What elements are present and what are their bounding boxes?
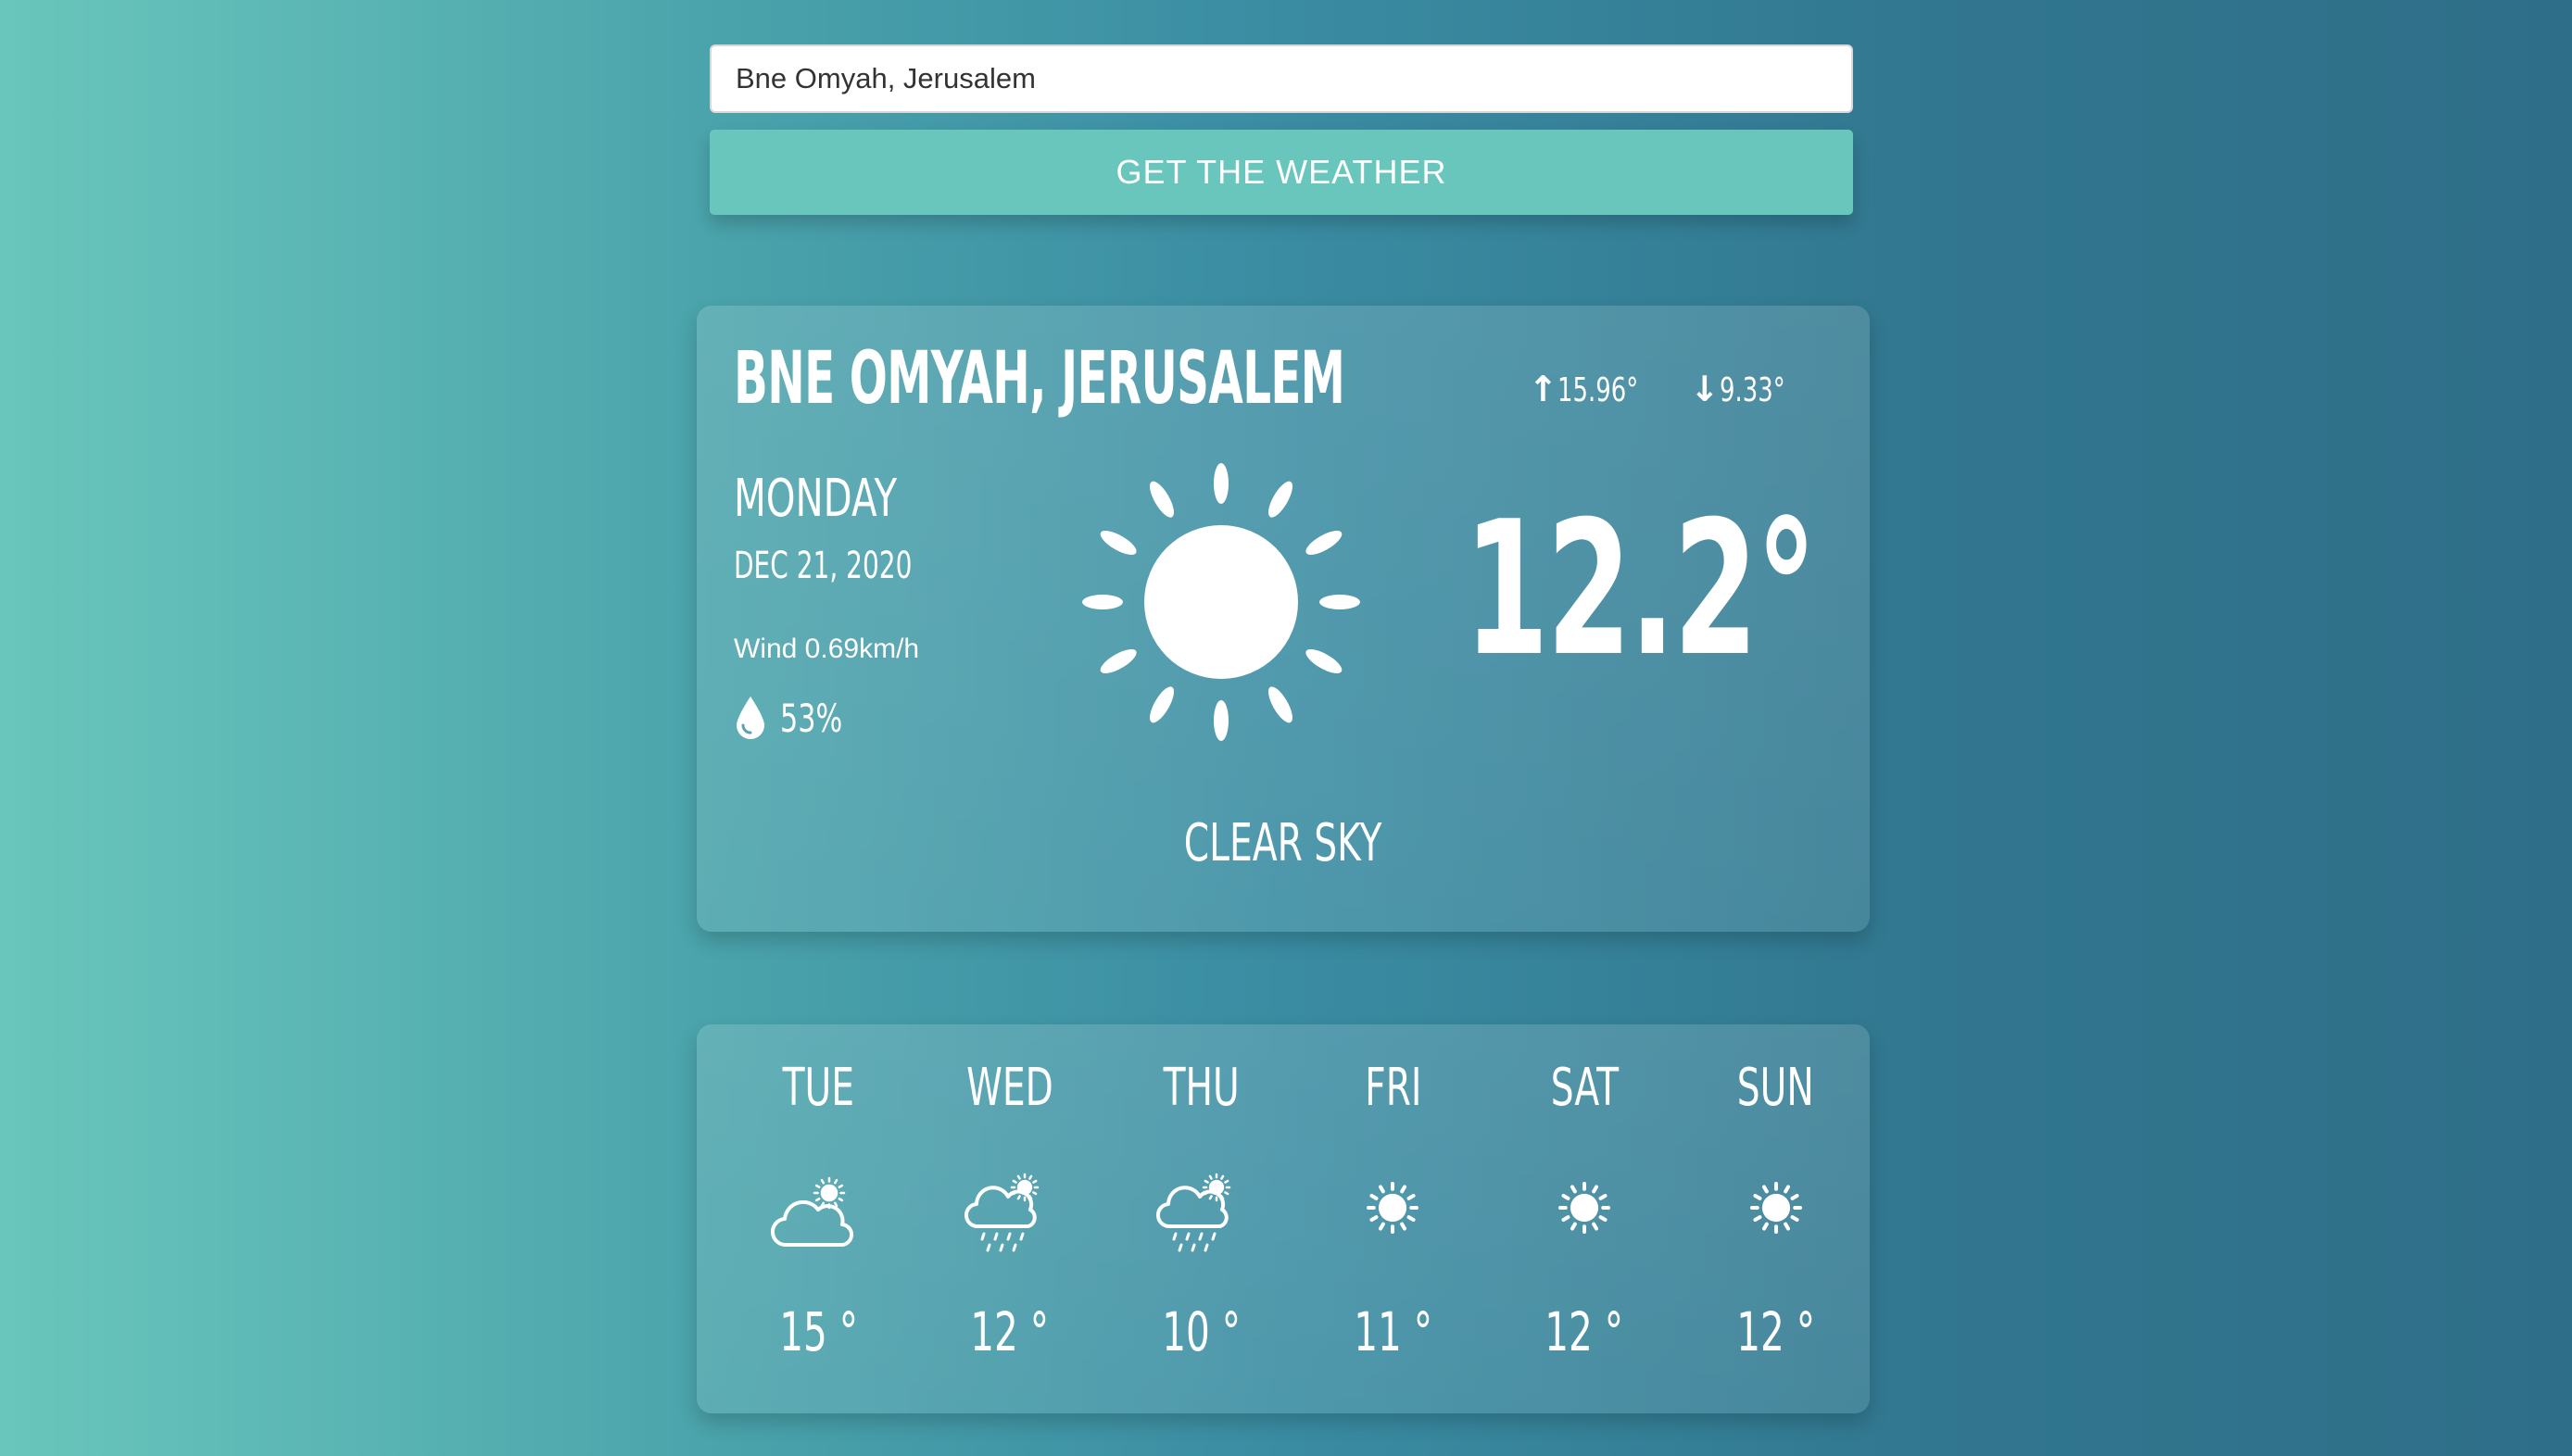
- forecast-day-label: FRI: [1364, 1058, 1422, 1118]
- low-temp: 9.33°: [1719, 371, 1785, 409]
- current-weather-card: BNE OMYAH, JERUSALEM ↑15.96° ↓9.33° MOND…: [697, 306, 1870, 932]
- get-weather-button[interactable]: GET THE WEATHER: [710, 130, 1853, 215]
- high-temp: 15.96°: [1557, 371, 1639, 409]
- forecast-day-label: TUE: [782, 1058, 855, 1118]
- forecast-day: SUN 12 °: [1682, 1058, 1870, 1363]
- city-search-input[interactable]: [710, 44, 1853, 113]
- partly-cloudy-icon: [771, 1176, 854, 1248]
- forecast-day: THU 10 °: [1107, 1058, 1295, 1363]
- forecast-temp: 11 °: [1353, 1300, 1432, 1363]
- humidity-value: 53%: [780, 695, 843, 741]
- city-title: BNE OMYAH, JERUSALEM: [734, 337, 1345, 420]
- sun-icon: [1082, 463, 1360, 741]
- humidity: 53%: [734, 695, 866, 741]
- current-date: DEC 21, 2020: [734, 545, 913, 587]
- forecast-day-label: THU: [1163, 1058, 1240, 1118]
- forecast-day: WED 12 °: [916, 1058, 1104, 1363]
- forecast-temp: 12 °: [970, 1300, 1050, 1363]
- forecast-temp: 12 °: [1544, 1300, 1624, 1363]
- forecast-day-label: SAT: [1550, 1058, 1619, 1118]
- arrow-down-icon: ↓: [1690, 369, 1720, 409]
- forecast-day: TUE 15 °: [725, 1058, 913, 1363]
- forecast-day-label: SUN: [1737, 1058, 1815, 1118]
- rain-sun-icon: [1155, 1173, 1230, 1252]
- forecast-temp: 15 °: [778, 1300, 858, 1363]
- sun-icon: [1367, 1182, 1419, 1234]
- current-temperature: 12.2°: [1463, 482, 1817, 697]
- forecast-day: SAT 12 °: [1491, 1058, 1679, 1363]
- sun-icon: [1749, 1182, 1802, 1234]
- water-drop-icon: [737, 697, 764, 739]
- forecast-day: FRI 11 °: [1299, 1058, 1487, 1363]
- weather-condition: CLEAR SKY: [1184, 813, 1382, 873]
- rain-sun-icon: [964, 1173, 1040, 1252]
- current-day: MONDAY: [734, 469, 898, 529]
- wind-speed: Wind 0.69km/h: [734, 634, 920, 664]
- arrow-up-icon: ↑: [1528, 369, 1558, 409]
- sun-icon: [1558, 1182, 1611, 1234]
- high-low-temps: ↑15.96° ↓9.33°: [1512, 369, 1803, 409]
- forecast-temp: 12 °: [1736, 1300, 1816, 1363]
- forecast-temp: 10 °: [1162, 1300, 1242, 1363]
- forecast-card: TUE 15 ° WED 12 ° THU 10 ° FRI 11 ° SAT …: [697, 1024, 1870, 1413]
- forecast-day-label: WED: [966, 1058, 1053, 1118]
